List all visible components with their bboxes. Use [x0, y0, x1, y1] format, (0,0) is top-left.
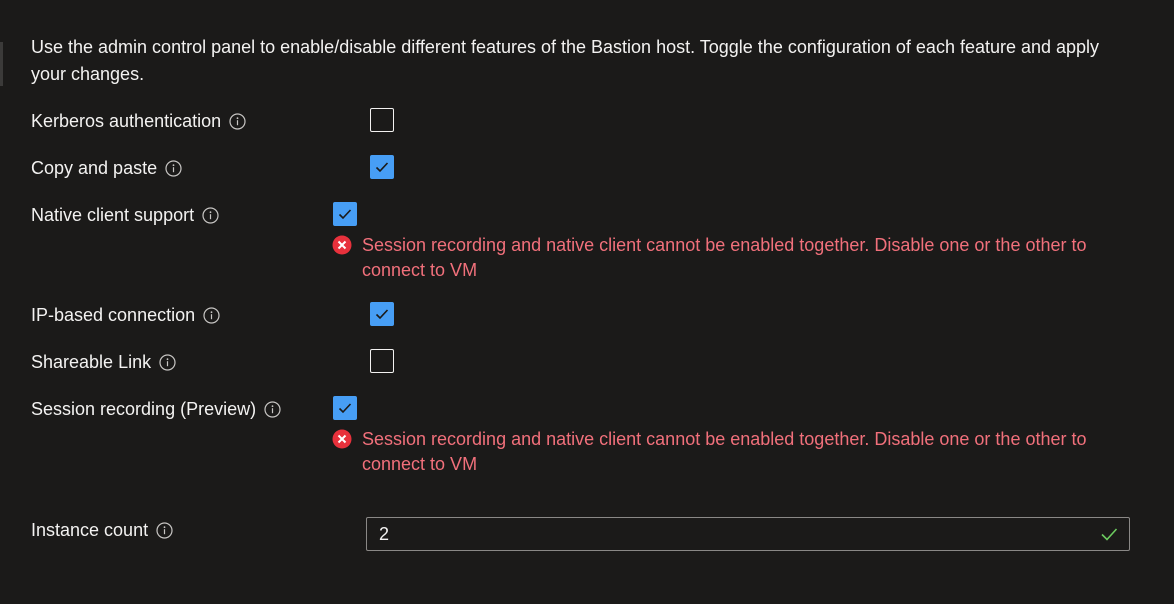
info-icon[interactable] — [203, 306, 220, 324]
error-circle-icon — [332, 429, 352, 449]
error-circle-icon — [332, 235, 352, 255]
intro-text: Use the admin control panel to enable/di… — [31, 37, 1100, 84]
instance-count-label-row: Instance count — [31, 518, 173, 542]
session-recording-error-text: Session recording and native client cann… — [362, 429, 1087, 474]
info-icon[interactable] — [156, 521, 173, 539]
session-recording-label: Session recording (Preview) — [31, 399, 257, 419]
native-client-error: Session recording and native client cann… — [332, 233, 1122, 283]
shareable-link-label: Shareable Link — [31, 352, 152, 372]
copy-paste-label: Copy and paste — [31, 158, 158, 178]
ip-connection-checkbox[interactable] — [370, 302, 394, 326]
kerberos-checkbox[interactable] — [370, 108, 394, 132]
native-client-label-row: Native client support — [31, 203, 219, 227]
info-icon[interactable] — [165, 159, 182, 177]
session-recording-error: Session recording and native client cann… — [332, 427, 1122, 477]
valid-check-icon — [1101, 528, 1118, 541]
checkmark-icon — [338, 209, 352, 220]
kerberos-label-row: Kerberos authentication — [31, 109, 246, 133]
checkmark-icon — [375, 309, 389, 320]
checkmark-icon — [338, 403, 352, 414]
copy-paste-label-row: Copy and paste — [31, 156, 182, 180]
info-icon[interactable] — [159, 353, 176, 371]
info-icon[interactable] — [202, 206, 219, 224]
native-client-label: Native client support — [31, 205, 195, 225]
ip-connection-label-row: IP-based connection — [31, 303, 220, 327]
shareable-link-label-row: Shareable Link — [31, 350, 176, 374]
session-recording-label-row: Session recording (Preview) — [31, 397, 281, 421]
native-client-error-text: Session recording and native client cann… — [362, 235, 1087, 280]
ip-connection-label: IP-based connection — [31, 305, 196, 325]
checkmark-icon — [375, 162, 389, 173]
shareable-link-checkbox[interactable] — [370, 349, 394, 373]
session-recording-checkbox[interactable] — [333, 396, 357, 420]
instance-count-label: Instance count — [31, 520, 149, 540]
copy-paste-checkbox[interactable] — [370, 155, 394, 179]
kerberos-label: Kerberos authentication — [31, 111, 222, 131]
instance-count-input[interactable] — [367, 518, 1099, 550]
native-client-checkbox[interactable] — [333, 202, 357, 226]
info-icon[interactable] — [229, 112, 246, 130]
instance-count-field — [366, 517, 1130, 551]
info-icon[interactable] — [264, 400, 281, 418]
left-accent-rule — [0, 42, 3, 86]
